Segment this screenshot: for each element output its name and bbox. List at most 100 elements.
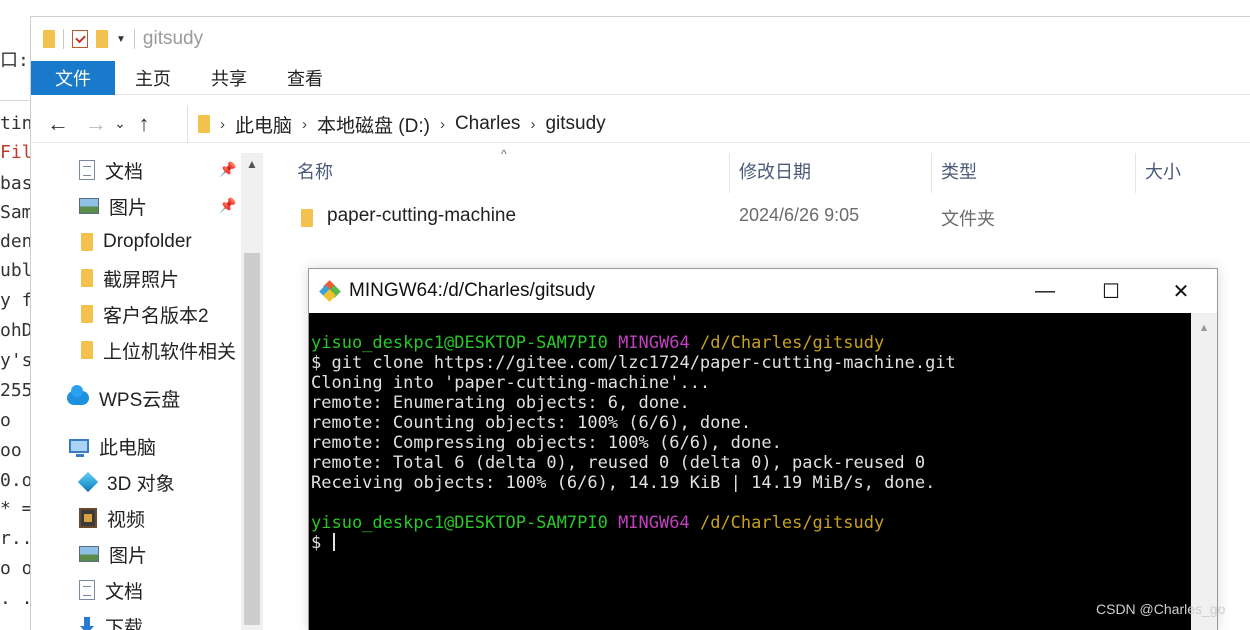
nav-item-dropfolder[interactable]: Dropfolder [81,227,192,257]
prompt-path: /d/Charles/gitsudy [699,513,885,533]
prompt-shell: MINGW64 [618,513,690,533]
chevron-right-icon[interactable]: › [530,116,535,133]
file-name: paper-cutting-machine [327,205,517,226]
nav-item-label: 上位机软件相关 [103,341,237,363]
breadcrumb-this-pc[interactable]: 此电脑 [235,111,292,138]
nav-item-downloads[interactable]: 下载 [79,611,143,630]
prompt-line: yisuo_deskpc1@DESKTOP-SAM7PI0 MINGW64 /d… [311,333,1191,353]
breadcrumb-charles[interactable]: Charles [455,113,520,135]
nav-item-label: WPS云盘 [99,389,181,411]
file-row[interactable]: paper-cutting-machine 2024/6/26 9:05 文件夹 [265,203,1225,233]
nav-item-label: 此电脑 [99,437,157,459]
chevron-right-icon[interactable]: › [440,116,445,133]
editor-line: ting [0,113,30,134]
editor-line: ubli [0,260,30,281]
nav-item-wps-cloud[interactable]: WPS云盘 [67,383,180,413]
properties-icon[interactable] [72,30,88,48]
breadcrumb-drive-d[interactable]: 本地磁盘 (D:) [317,111,430,138]
file-modified: 2024/6/26 9:05 [739,205,860,225]
pin-icon[interactable]: 📌 [219,197,236,214]
editor-line: Same [0,202,30,223]
tab-view[interactable]: 查看 [267,61,343,95]
nav-item-pictures-pinned[interactable]: 图片 [79,191,147,221]
editor-line: dent [0,231,30,252]
document-icon [79,160,95,180]
nav-item-label: 文档 [105,161,144,183]
explorer-titlebar: ▼ gitsudy [31,17,1250,61]
terminal-line: Cloning into 'paper-cutting-machine'... [311,373,711,393]
tab-share[interactable]: 共享 [191,61,267,95]
text-cursor [333,533,336,551]
column-header-type[interactable]: 类型 [941,161,977,191]
folder-icon[interactable] [43,30,55,48]
editor-line: o o. [0,558,30,579]
chevron-down-icon[interactable]: ▼ [116,34,126,45]
up-arrow-icon[interactable]: ↑ [131,109,157,139]
terminal-title: MINGW64:/d/Charles/gitsudy [349,280,596,301]
close-icon[interactable]: ✕ [1145,269,1217,313]
back-arrow-icon[interactable]: ← [45,109,71,139]
computer-icon [69,439,89,457]
folder-icon [198,115,210,133]
desktop: 口: ting File bass Same dent ubli y fi oh… [0,0,1250,630]
editor-line: o [0,410,11,431]
address-bar[interactable]: › 此电脑 › 本地磁盘 (D:) › Charles › gitsudy [187,105,1250,143]
input-line[interactable]: $ [311,533,1191,553]
editor-line: ohD [0,320,30,341]
chevron-right-icon[interactable]: › [302,116,307,133]
scrollbar-thumb[interactable] [244,253,260,625]
nav-item-documents-pinned[interactable]: 文档 [79,155,143,185]
watermark: CSDN @Charles_go [1096,601,1226,617]
nav-item-3d-objects[interactable]: 3D 对象 [77,467,175,497]
nav-item-videos[interactable]: 视频 [79,503,145,533]
terminal-scrollbar[interactable]: ▲ [1191,313,1217,630]
maximize-icon[interactable]: ☐ [1075,269,1147,313]
folder-icon [81,269,93,287]
column-header-modified[interactable]: 修改日期 [739,161,811,191]
column-header-size[interactable]: 大小 [1145,161,1181,191]
tab-home[interactable]: 主页 [115,61,191,95]
scroll-up-icon[interactable]: ▲ [241,153,263,175]
folder-icon [81,305,93,323]
terminal-line: remote: Counting objects: 100% (6/6), do… [311,413,752,433]
minimize-icon[interactable]: — [1009,269,1081,313]
folder-icon [81,233,93,251]
terminal-output[interactable]: yisuo_deskpc1@DESKTOP-SAM7PI0 MINGW64 /d… [309,313,1191,630]
editor-line: oo [0,440,22,461]
nav-item-pictures[interactable]: 图片 [79,539,147,569]
breadcrumb-gitsudy[interactable]: gitsudy [545,113,605,135]
column-divider[interactable] [729,153,730,193]
column-header-name[interactable]: 名称 [297,161,333,191]
nav-item-screenshots[interactable]: 截屏照片 [81,263,179,293]
folder-icon [81,341,93,359]
editor-line: r..S [0,528,30,549]
file-type: 文件夹 [941,209,995,229]
editor-line: y fi [0,290,30,311]
prompt-user: yisuo_deskpc1@DESKTOP-SAM7PI0 [311,513,608,533]
column-divider[interactable] [931,153,932,193]
download-icon [79,617,95,630]
new-folder-icon[interactable] [96,30,108,48]
terminal-titlebar: MINGW64:/d/Charles/gitsudy — ☐ ✕ [309,269,1217,313]
nav-item-label: 文档 [105,581,144,603]
terminal-window: MINGW64:/d/Charles/gitsudy — ☐ ✕ yisuo_d… [308,268,1218,630]
quick-access-toolbar: ▼ [43,29,135,49]
nav-pane-scrollbar[interactable]: ▲ [241,153,263,630]
nav-item-this-pc[interactable]: 此电脑 [69,431,156,461]
tab-file[interactable]: 文件 [31,61,115,95]
scroll-up-icon[interactable]: ▲ [1191,317,1217,339]
nav-item-label: 3D 对象 [107,473,175,495]
video-icon [79,508,97,528]
recent-locations-chevron-icon[interactable]: ⌄ [109,109,131,139]
terminal-line: remote: Enumerating objects: 6, done. [311,393,690,413]
chevron-right-icon[interactable]: › [220,116,225,133]
terminal-line: $ git clone https://gitee.com/lzc1724/pa… [311,353,956,373]
forward-arrow-icon[interactable]: → [83,109,109,139]
column-divider[interactable] [1135,153,1136,193]
pin-icon[interactable]: 📌 [219,161,236,178]
nav-item-host-software[interactable]: 上位机软件相关 [81,335,236,365]
nav-item-label: 截屏照片 [103,269,180,291]
nav-item-client-version[interactable]: 客户名版本2 [81,299,209,329]
nav-item-label: 视频 [107,509,146,531]
nav-item-documents[interactable]: 文档 [79,575,143,605]
